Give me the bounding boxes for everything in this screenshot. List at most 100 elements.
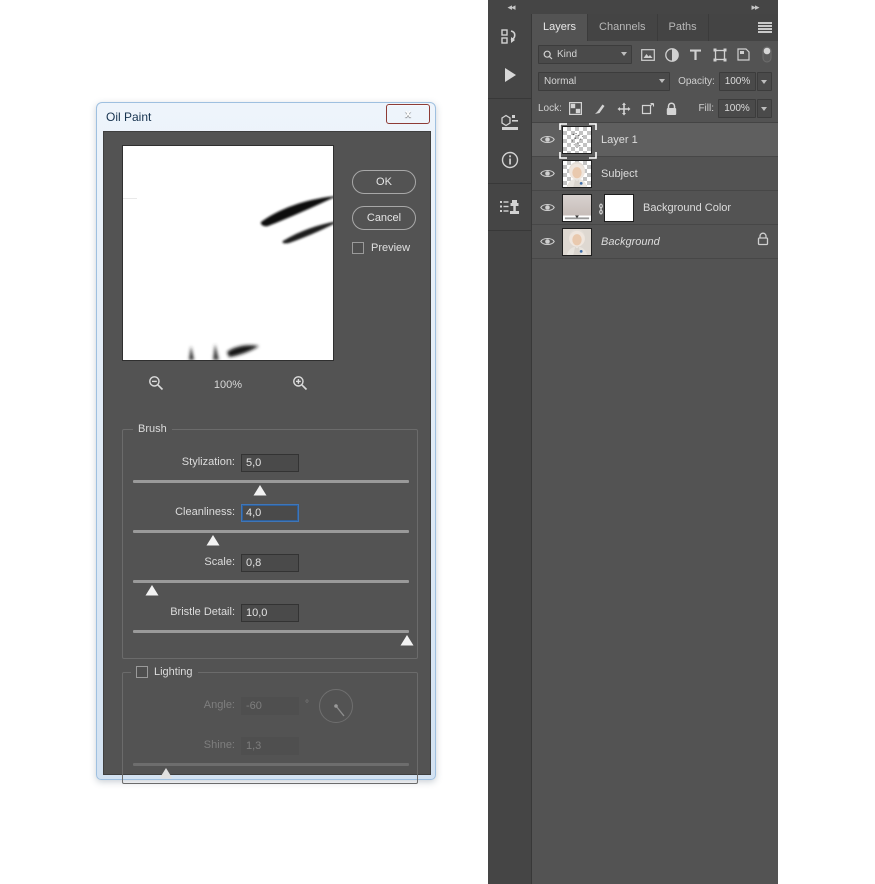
brush-group-title: Brush bbox=[133, 423, 172, 435]
lock-row: Lock: Fill: 100% bbox=[532, 95, 778, 122]
table-row[interactable]: Subject bbox=[532, 157, 778, 191]
dialog-titlebar[interactable]: Oil Paint x bbox=[103, 103, 430, 131]
layer-thumbnail-wrap bbox=[562, 193, 634, 222]
stylization-input[interactable]: 5,0 bbox=[241, 454, 299, 472]
info-icon[interactable] bbox=[488, 141, 532, 179]
lock-icon-group bbox=[569, 102, 679, 116]
tab-paths[interactable]: Paths bbox=[658, 14, 709, 41]
opacity-input[interactable]: 100% bbox=[718, 72, 757, 91]
table-row[interactable]: Layer 1 bbox=[532, 122, 778, 159]
layer-name: Subject bbox=[601, 167, 638, 180]
properties-icon[interactable] bbox=[488, 103, 532, 141]
fill-stepper[interactable] bbox=[757, 99, 772, 118]
search-icon bbox=[543, 50, 553, 59]
preview-zoom-controls: 100% bbox=[122, 372, 334, 398]
filter-toggle-icon[interactable] bbox=[762, 46, 772, 63]
collapse-left-icon[interactable]: ◂◂ bbox=[488, 0, 534, 14]
chevron-down-icon bbox=[761, 80, 767, 84]
preview-checkbox[interactable] bbox=[352, 242, 364, 254]
slider-handle[interactable] bbox=[206, 533, 220, 546]
angle-dial[interactable] bbox=[319, 689, 353, 723]
lighting-checkbox[interactable] bbox=[136, 666, 148, 678]
zoom-out-icon[interactable] bbox=[148, 375, 164, 396]
lighting-group-title-row[interactable]: Lighting bbox=[131, 666, 198, 678]
layer-fill-thumbnail[interactable] bbox=[562, 193, 592, 222]
lock-transparency-icon[interactable] bbox=[569, 102, 583, 116]
chevron-down-icon bbox=[659, 79, 666, 83]
layer-thumbnail-wrap bbox=[559, 122, 597, 159]
rail-group-1 bbox=[488, 14, 531, 99]
slider-track bbox=[133, 763, 409, 766]
lock-all-icon[interactable] bbox=[665, 102, 679, 116]
layer-filter-row: Kind bbox=[532, 41, 778, 68]
layer-thumbnail[interactable] bbox=[562, 159, 592, 188]
tab-channels[interactable]: Channels bbox=[588, 14, 658, 41]
preview-label: Preview bbox=[371, 242, 411, 254]
adjustment-filter-icon[interactable] bbox=[664, 47, 679, 62]
play-icon[interactable] bbox=[488, 56, 532, 94]
slider-track bbox=[133, 630, 409, 633]
history-icon[interactable] bbox=[488, 18, 532, 56]
opacity-stepper[interactable] bbox=[757, 72, 772, 91]
bristle-detail-input[interactable]: 10,0 bbox=[241, 604, 299, 622]
close-icon: x bbox=[404, 108, 412, 120]
clone-source-icon[interactable] bbox=[488, 188, 532, 226]
layer-thumbnail-wrap bbox=[562, 159, 592, 188]
cancel-button[interactable]: Cancel bbox=[352, 206, 416, 230]
shine-slider[interactable] bbox=[133, 761, 409, 779]
table-row[interactable]: Background Color bbox=[532, 191, 778, 225]
collapse-right-icon[interactable]: ▸▸ bbox=[732, 0, 778, 14]
kind-filter-select[interactable]: Kind bbox=[538, 45, 632, 64]
blend-mode-value: Normal bbox=[544, 76, 577, 87]
angle-input[interactable]: -60 bbox=[241, 697, 299, 715]
slider-handle[interactable] bbox=[145, 583, 159, 596]
lock-artboard-icon[interactable] bbox=[641, 102, 655, 116]
dialog-title: Oil Paint bbox=[106, 110, 152, 124]
slider-handle[interactable] bbox=[400, 633, 414, 646]
filter-preview[interactable] bbox=[122, 145, 334, 361]
layer-visibility-toggle[interactable] bbox=[532, 134, 562, 145]
layer-visibility-toggle[interactable] bbox=[532, 202, 562, 213]
blend-mode-select[interactable]: Normal bbox=[538, 72, 671, 91]
layer-thumbnail[interactable] bbox=[562, 227, 592, 256]
eye-icon bbox=[539, 203, 555, 212]
table-row[interactable]: Background bbox=[532, 225, 778, 259]
shine-input[interactable]: 1,3 bbox=[241, 737, 299, 755]
dialog-content: 100% OK Cancel Preview Brush Stylization… bbox=[103, 131, 431, 784]
layer-thumbnail[interactable] bbox=[562, 125, 592, 154]
eye-icon bbox=[539, 237, 555, 246]
link-icon[interactable] bbox=[596, 202, 606, 221]
scale-label: Scale: bbox=[204, 556, 235, 568]
type-filter-icon[interactable] bbox=[688, 47, 703, 62]
slider-handle[interactable] bbox=[253, 483, 267, 496]
fill-input[interactable]: 100% bbox=[718, 99, 756, 118]
slider-handle[interactable] bbox=[159, 766, 173, 779]
stylization-slider[interactable] bbox=[133, 478, 409, 496]
shape-filter-icon[interactable] bbox=[712, 47, 727, 62]
smart-object-filter-icon[interactable] bbox=[736, 47, 751, 62]
filter-icon-group bbox=[640, 47, 751, 62]
lock-position-icon[interactable] bbox=[617, 102, 631, 116]
layer-visibility-toggle[interactable] bbox=[532, 168, 562, 179]
lock-label: Lock: bbox=[538, 103, 562, 114]
tab-layers[interactable]: Layers bbox=[532, 14, 589, 41]
lock-image-icon[interactable] bbox=[593, 102, 607, 116]
layer-visibility-toggle[interactable] bbox=[532, 236, 562, 247]
layers-panel-body: Layers Channels Paths Kind Normal Opacit… bbox=[532, 14, 778, 884]
layer-mask-thumbnail[interactable] bbox=[604, 193, 634, 222]
zoom-in-icon[interactable] bbox=[292, 375, 308, 396]
scale-input[interactable]: 0,8 bbox=[241, 554, 299, 572]
hamburger-menu-icon[interactable] bbox=[758, 22, 772, 33]
ok-button[interactable]: OK bbox=[352, 170, 416, 194]
bristle-detail-slider[interactable] bbox=[133, 628, 414, 646]
panel-tabs: Layers Channels Paths bbox=[532, 14, 778, 41]
cleanliness-input[interactable]: 4,0 bbox=[241, 504, 299, 522]
preview-checkbox-row[interactable]: Preview bbox=[352, 242, 418, 254]
close-button[interactable]: x bbox=[386, 104, 430, 124]
scale-slider[interactable] bbox=[133, 578, 409, 596]
eye-icon bbox=[539, 169, 555, 178]
cleanliness-label: Cleanliness: bbox=[175, 506, 235, 518]
cleanliness-slider[interactable] bbox=[133, 528, 409, 546]
screen: ◂◂ ▸▸ Layers Channels Paths Kind Normal … bbox=[0, 0, 875, 884]
pixel-filter-icon[interactable] bbox=[640, 47, 655, 62]
